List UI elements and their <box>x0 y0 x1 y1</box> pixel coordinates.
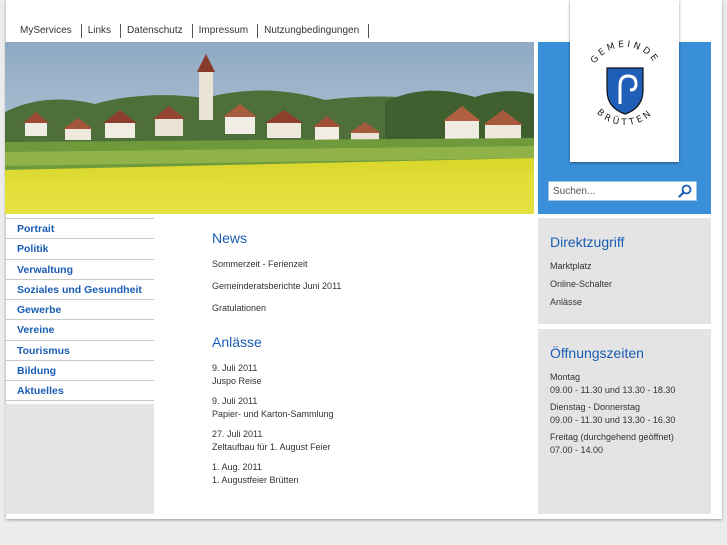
opening-hours: 09.00 - 11.30 und 13.30 - 16.30 <box>550 415 676 425</box>
sidebar-navigation: Portrait Politik Verwaltung Soziales und… <box>5 218 154 401</box>
oeffnungszeiten-heading: Öffnungszeiten <box>550 345 644 361</box>
event-name: Zeltaufbau für 1. August Feier <box>212 442 331 452</box>
news-link[interactable]: Gemeinderatsberichte Juni 2011 <box>212 280 512 292</box>
news-link[interactable]: Gratulationen <box>212 302 512 314</box>
news-heading: News <box>212 230 248 246</box>
village-landscape-image <box>5 42 534 214</box>
opening-hours-entry: Freitag (durchgehend geöffnet) 07.00 - 1… <box>550 431 699 457</box>
bruetten-coat-of-arms-logo: GEMEINDE BRÜTTEN <box>589 40 661 128</box>
event-item[interactable]: 9. Juli 2011 Juspo Reise <box>212 362 512 388</box>
anlaesse-section: Anlässe 9. Juli 2011 Juspo Reise 9. Juli… <box>212 334 512 487</box>
event-date: 1. Aug. 2011 <box>212 462 262 472</box>
event-item[interactable]: 9. Juli 2011 Papier- und Karton-Sammlung <box>212 395 512 421</box>
opening-hours-entry: Dienstag - Donnerstag 09.00 - 11.30 und … <box>550 401 699 427</box>
hero-image <box>5 42 534 214</box>
oeffnungszeiten-box: Öffnungszeiten Montag 09.00 - 11.30 und … <box>538 329 711 514</box>
direktzugriff-box: Direktzugriff Marktplatz Online-Schalter… <box>538 218 711 324</box>
search-input[interactable] <box>549 185 669 197</box>
opening-hours-entry: Montag 09.00 - 11.30 und 13.30 - 18.30 <box>550 371 699 397</box>
opening-hours: 09.00 - 11.30 und 13.30 - 18.30 <box>550 385 676 395</box>
topnav-links[interactable]: Links <box>82 24 122 38</box>
opening-hours: 07.00 - 14.00 <box>550 445 604 455</box>
opening-day: Montag <box>550 372 581 382</box>
event-item[interactable]: 27. Juli 2011 Zeltaufbau für 1. August F… <box>212 428 512 454</box>
opening-day: Dienstag - Donnerstag <box>550 402 641 412</box>
topnav-datenschutz[interactable]: Datenschutz <box>121 24 193 38</box>
topnav-nutzungbedingungen[interactable]: Nutzungbedingungen <box>258 24 370 38</box>
svg-text:GEMEINDE: GEMEINDE <box>589 40 661 66</box>
sidebar-item-tourismus[interactable]: Tourismus <box>5 339 154 360</box>
sidebar-grey-box <box>5 404 154 514</box>
direktzugriff-link-anlaesse[interactable]: Anlässe <box>550 296 699 308</box>
search-icon[interactable] <box>678 184 692 198</box>
main-content: News Sommerzeit - Ferienzeit Gemeinderat… <box>212 230 512 494</box>
sidebar-item-portrait[interactable]: Portrait <box>5 218 154 238</box>
direktzugriff-link-online-schalter[interactable]: Online-Schalter <box>550 278 699 290</box>
sidebar-item-gewerbe[interactable]: Gewerbe <box>5 299 154 319</box>
sidebar-item-politik[interactable]: Politik <box>5 238 154 258</box>
direktzugriff-heading: Direktzugriff <box>550 234 625 250</box>
event-item[interactable]: 1. Aug. 2011 1. Augustfeier Brütten <box>212 461 512 487</box>
event-name: Papier- und Karton-Sammlung <box>212 409 334 419</box>
topnav-myservices[interactable]: MyServices <box>14 24 82 38</box>
event-date: 9. Juli 2011 <box>212 396 258 406</box>
gemeinde-logo[interactable]: GEMEINDE BRÜTTEN <box>570 0 679 162</box>
top-navigation: MyServices Links Datenschutz Impressum N… <box>14 24 370 38</box>
event-date: 9. Juli 2011 <box>212 363 258 373</box>
sidebar-item-bildung[interactable]: Bildung <box>5 360 154 380</box>
sidebar-item-vereine[interactable]: Vereine <box>5 319 154 339</box>
event-name: 1. Augustfeier Brütten <box>212 475 299 485</box>
topnav-impressum[interactable]: Impressum <box>193 24 259 38</box>
event-name: Juspo Reise <box>212 376 262 386</box>
sidebar-item-verwaltung[interactable]: Verwaltung <box>5 258 154 279</box>
search-box <box>548 181 697 201</box>
sidebar-item-soziales-und-gesundheit[interactable]: Soziales und Gesundheit <box>5 278 154 299</box>
logo-top-text: GEMEINDE <box>589 40 658 66</box>
news-section: News Sommerzeit - Ferienzeit Gemeinderat… <box>212 230 512 314</box>
sidebar-item-aktuelles[interactable]: Aktuelles <box>5 380 154 401</box>
opening-day: Freitag (durchgehend geöffnet) <box>550 432 674 442</box>
event-date: 27. Juli 2011 <box>212 429 263 439</box>
direktzugriff-link-marktplatz[interactable]: Marktplatz <box>550 260 699 272</box>
anlaesse-heading: Anlässe <box>212 334 262 350</box>
news-link[interactable]: Sommerzeit - Ferienzeit <box>212 258 512 270</box>
